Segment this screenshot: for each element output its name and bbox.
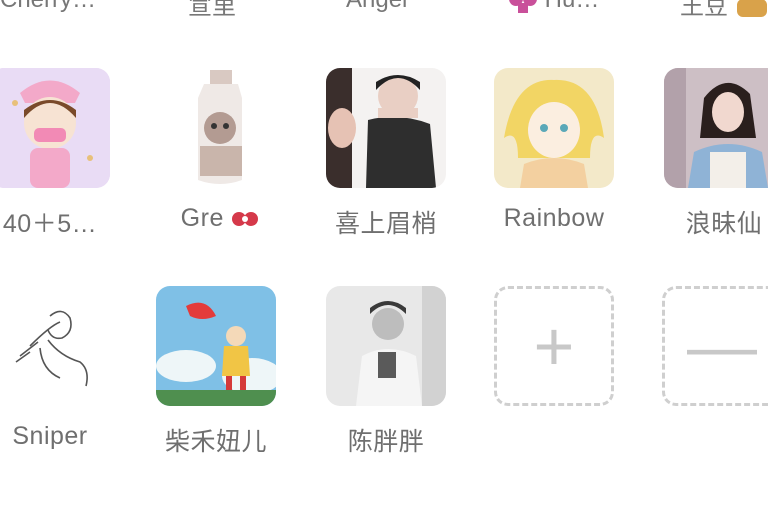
girl-photo-icon (664, 68, 768, 188)
plus-icon: + (494, 286, 614, 406)
member-name: 40＋5… (2, 210, 98, 238)
add-symbol: + (533, 307, 575, 385)
member-name[interactable]: Cherry… (0, 0, 96, 14)
ponyo-icon (156, 286, 276, 406)
member-name-with-badge: Gre (136, 204, 304, 233)
member-name-with-badge[interactable]: 王豆 (680, 0, 768, 21)
member-name: Gre (180, 204, 224, 232)
cat-bottle-icon (160, 68, 280, 188)
pink-bow-icon (509, 0, 537, 13)
member-name[interactable]: Angel (346, 0, 407, 14)
member-name[interactable]: 宣里 (188, 0, 236, 21)
member-name: 柴禾妞儿 (164, 428, 267, 456)
member-name: 浪昧仙 (685, 210, 763, 238)
couple-photo-icon (326, 68, 446, 188)
member-name-with-badge[interactable]: Hu… (508, 0, 599, 14)
member-name: 王豆 (680, 0, 728, 20)
member-name: Sniper (12, 422, 88, 450)
member-name: Hu… (545, 0, 600, 13)
nurse-cartoon-icon (0, 68, 110, 188)
member-name: Rainbow (503, 204, 605, 232)
line-sketch-icon (0, 286, 110, 406)
red-bow-icon (232, 212, 259, 227)
bw-photo-icon (326, 286, 446, 406)
member-name: 陈胖胖 (347, 428, 425, 456)
member-name: 喜上眉梢 (334, 210, 437, 238)
remove-symbol: — (687, 307, 757, 385)
yellow-hair-girl-icon (494, 68, 614, 188)
minus-icon: — (662, 286, 768, 406)
bread-icon (736, 0, 767, 17)
